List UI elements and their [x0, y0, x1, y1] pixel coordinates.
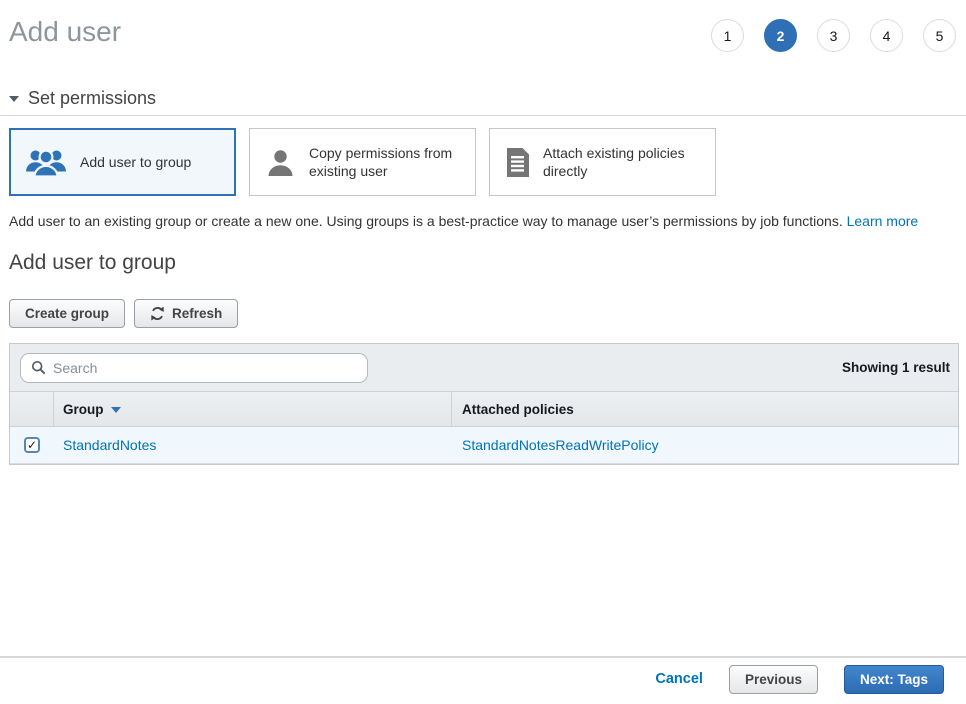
cancel-link[interactable]: Cancel [655, 671, 703, 687]
search-input[interactable] [53, 360, 357, 376]
table-header-row: Group Attached policies [10, 392, 958, 427]
table-toolbar: Showing 1 result [10, 344, 958, 392]
results-count: Showing 1 result [842, 360, 952, 375]
sort-descending-icon [111, 407, 121, 413]
refresh-button[interactable]: Refresh [134, 299, 238, 328]
page-title: Add user [9, 15, 121, 49]
group-toolbar: Create group Refresh [0, 299, 966, 328]
card-label: Add user to group [80, 153, 191, 171]
user-icon [265, 147, 296, 178]
add-user-wizard: Add user 1 2 3 4 5 Set permissions [0, 0, 966, 704]
header-checkbox-cell [10, 392, 54, 426]
collapse-caret-icon [9, 96, 19, 102]
wizard-header: Add user 1 2 3 4 5 [0, 0, 966, 52]
search-icon [31, 360, 46, 375]
step-4: 4 [870, 19, 903, 52]
group-section-title: Add user to group [0, 251, 966, 275]
group-column-label: Group [63, 402, 104, 417]
permissions-description: Add user to an existing group or create … [0, 212, 966, 230]
description-text: Add user to an existing group or create … [9, 213, 843, 229]
section-divider [0, 115, 966, 116]
previous-button[interactable]: Previous [729, 665, 818, 694]
refresh-icon [150, 306, 165, 321]
step-indicator: 1 2 3 4 5 [711, 19, 956, 52]
row-checkbox-checked[interactable]: ✓ [24, 437, 40, 453]
row-policy-cell: StandardNotesReadWritePolicy [452, 427, 958, 463]
row-checkbox-cell: ✓ [10, 427, 54, 463]
column-header-attached-policies: Attached policies [451, 392, 958, 426]
set-permissions-toggle[interactable]: Set permissions [0, 88, 966, 109]
search-box[interactable] [20, 353, 368, 383]
groups-table: Showing 1 result Group Attached policies… [9, 343, 959, 465]
policy-name-link[interactable]: StandardNotesReadWritePolicy [462, 437, 659, 453]
table-row[interactable]: ✓ StandardNotes StandardNotesReadWritePo… [10, 427, 958, 464]
next-tags-button[interactable]: Next: Tags [844, 665, 944, 694]
step-3: 3 [817, 19, 850, 52]
users-group-icon [25, 147, 67, 178]
card-label: Copy permissions from existing user [309, 144, 465, 180]
permission-option-cards: Add user to group Copy permissions from … [0, 128, 966, 196]
create-group-button[interactable]: Create group [9, 299, 125, 328]
refresh-label: Refresh [172, 306, 222, 321]
step-2-active: 2 [764, 19, 797, 52]
document-icon [505, 148, 530, 177]
group-name-link[interactable]: StandardNotes [63, 437, 156, 453]
wizard-footer: Cancel Previous Next: Tags [0, 656, 966, 704]
row-group-cell: StandardNotes [54, 427, 452, 463]
card-attach-policies[interactable]: Attach existing policies directly [489, 128, 716, 196]
card-label: Attach existing policies directly [543, 144, 705, 180]
section-title: Set permissions [28, 88, 156, 109]
card-copy-permissions[interactable]: Copy permissions from existing user [249, 128, 476, 196]
card-add-user-to-group[interactable]: Add user to group [9, 128, 236, 196]
step-5: 5 [923, 19, 956, 52]
learn-more-link[interactable]: Learn more [847, 213, 919, 229]
column-header-group[interactable]: Group [54, 392, 452, 426]
policies-column-label: Attached policies [462, 402, 574, 417]
step-1: 1 [711, 19, 744, 52]
